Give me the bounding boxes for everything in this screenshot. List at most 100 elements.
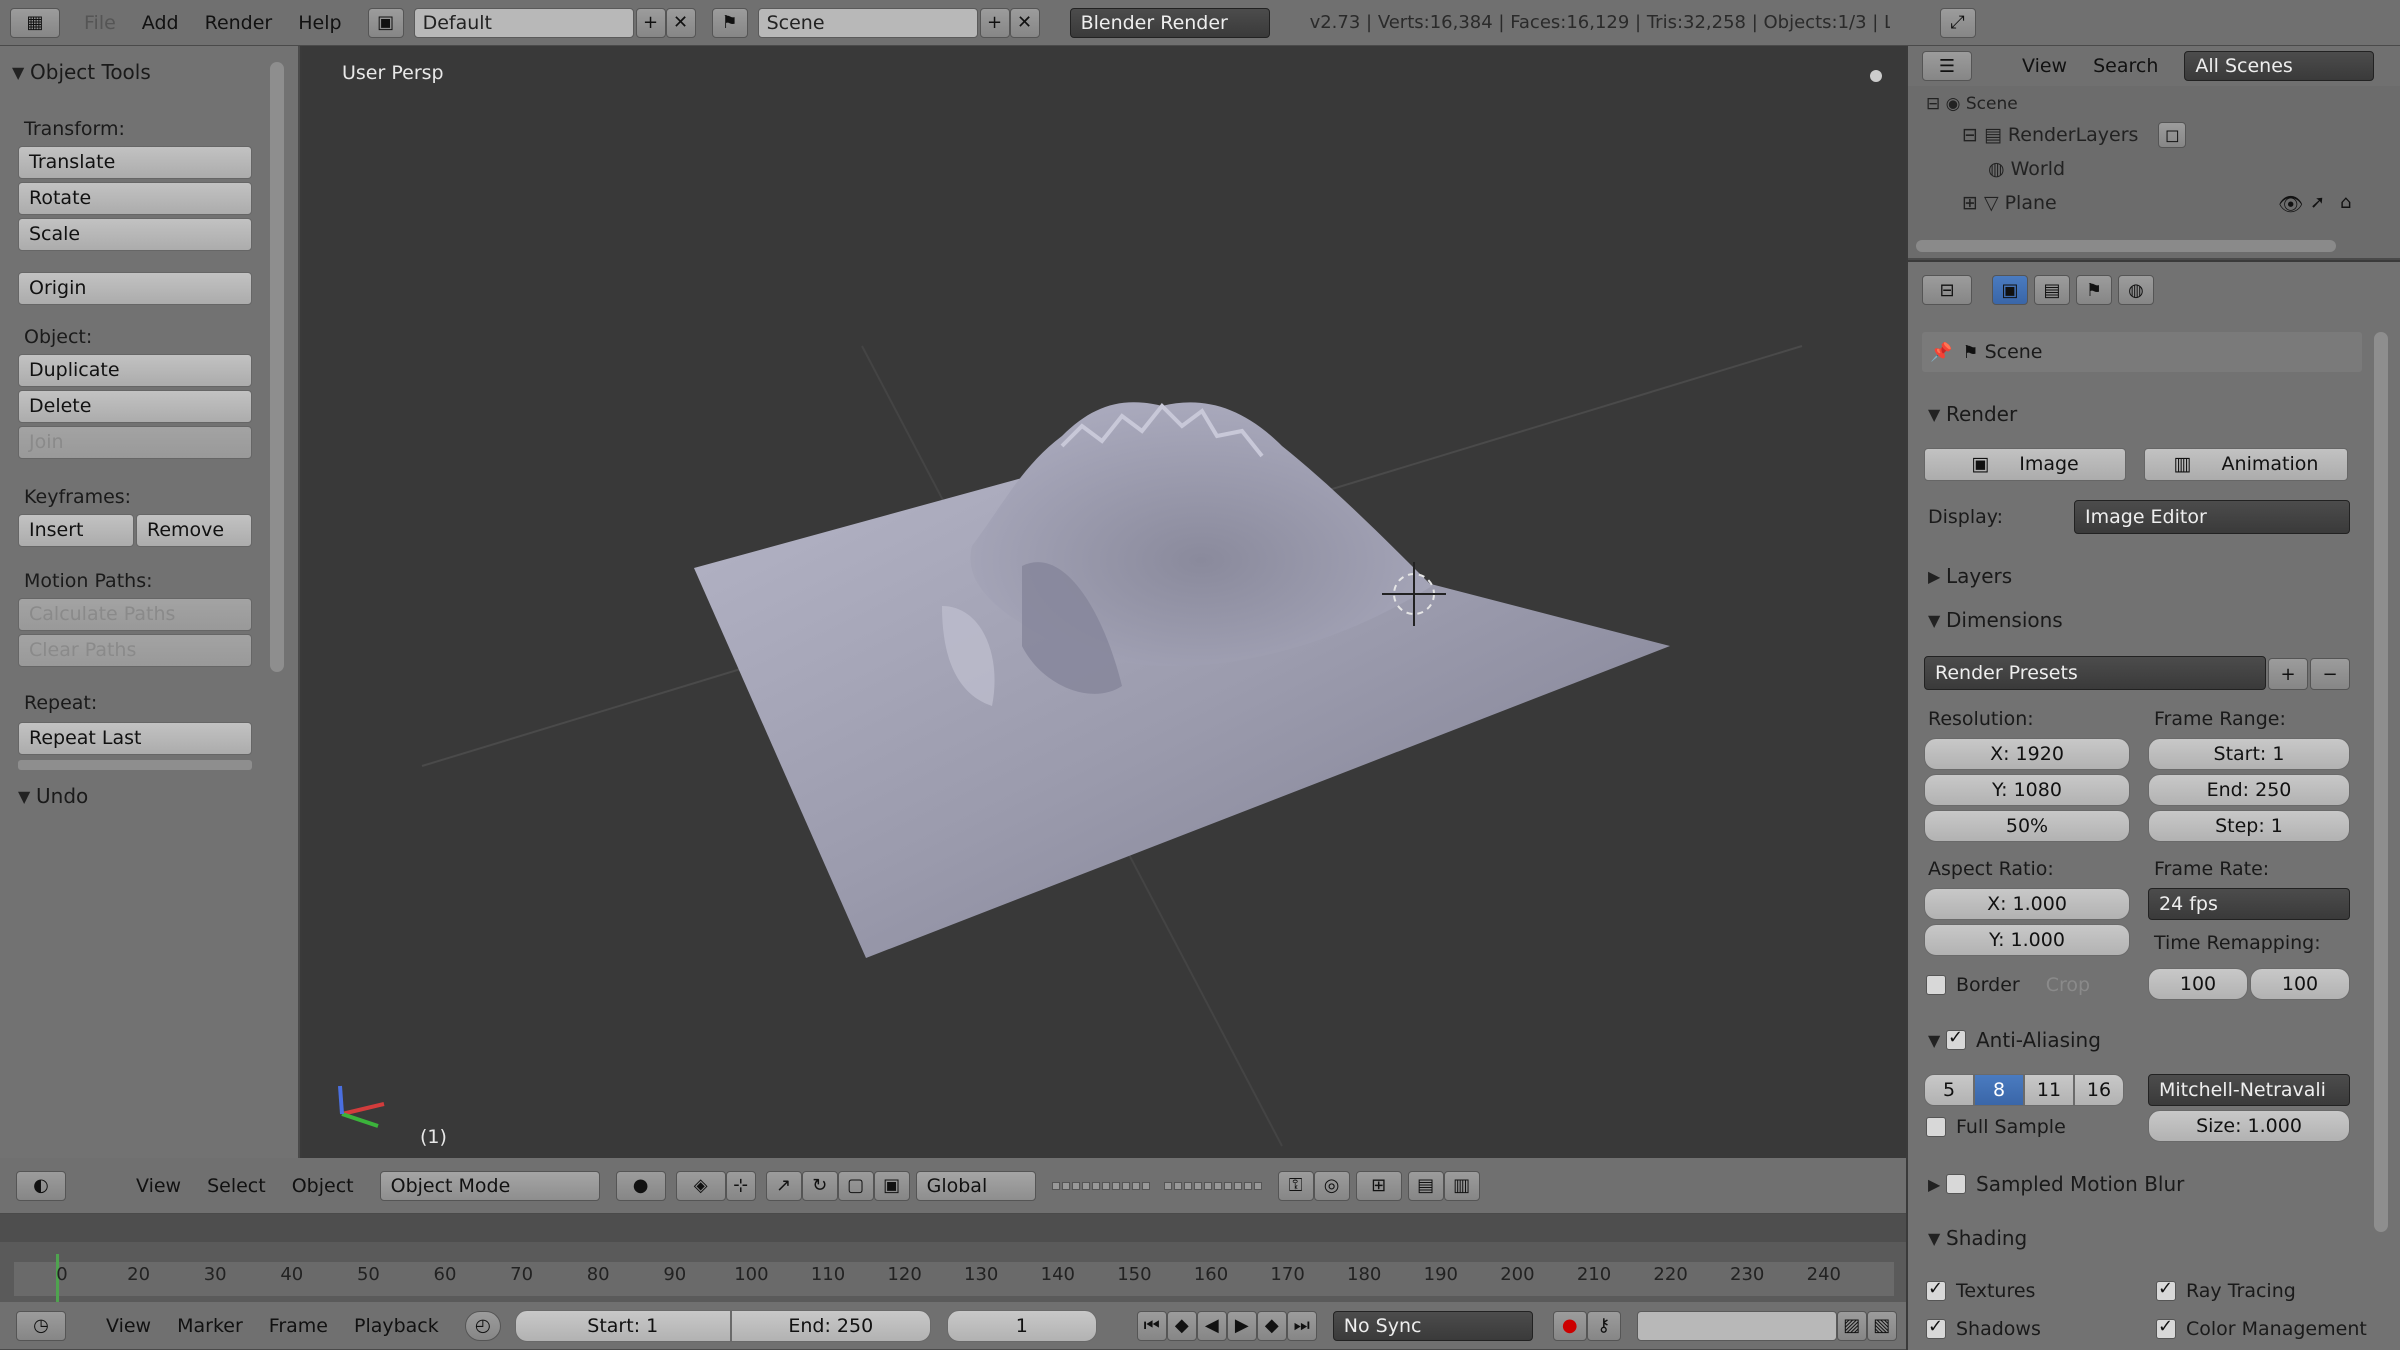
timeline-menu-playback[interactable]: Playback (354, 1315, 439, 1337)
render-camera-icon[interactable]: ⌂ (2340, 192, 2351, 213)
clear-paths-button[interactable]: Clear Paths (18, 634, 252, 667)
record-icon[interactable]: ● (1552, 1310, 1587, 1341)
render-anim-icon[interactable]: ▥ (1443, 1170, 1480, 1201)
render-panel-header[interactable]: ▼ Render (1928, 402, 2017, 426)
scene-icon[interactable]: ⚑ (711, 7, 748, 38)
outliner-item-world[interactable]: ◍ World (1988, 158, 2065, 180)
insert-keyframe-icon[interactable]: ▨ (1836, 1310, 1867, 1341)
sync-dropdown[interactable]: No Sync (1332, 1310, 1533, 1341)
origin-button[interactable]: Origin (18, 272, 252, 305)
render-presets-dropdown[interactable]: Render Presets (1924, 656, 2266, 690)
aa-samples-16[interactable]: 16 (2074, 1074, 2124, 1106)
scale-widget-icon[interactable]: ▣ (873, 1170, 910, 1201)
snap-element-icon[interactable]: ⊞ (1355, 1170, 1402, 1201)
shadows-toggle[interactable]: Shadows (1926, 1316, 2041, 1340)
outliner-item-renderlayers[interactable]: ⊟ ▤ RenderLayers ◻ (1962, 122, 2187, 148)
motion-blur-checkbox[interactable] (1946, 1174, 1966, 1194)
tab-layers-icon[interactable]: ▤ (2034, 275, 2070, 305)
layer-buttons-a[interactable] (1051, 1181, 1150, 1190)
keying-icon[interactable]: ⚷ (1586, 1310, 1621, 1341)
mode-dropdown[interactable]: Object Mode (379, 1170, 600, 1201)
border-checkbox[interactable] (1926, 975, 1946, 995)
fullscreen-icon[interactable]: ⤢ (1939, 7, 1976, 38)
jump-end-icon[interactable]: ⏭ (1286, 1310, 1317, 1341)
view3d-editor-type-icon[interactable]: ◐ (16, 1170, 66, 1201)
ray-tracing-checkbox[interactable] (2156, 1278, 2176, 1301)
pin-icon[interactable]: 📌 (1930, 342, 1952, 363)
time-remap-new-field[interactable]: 100 (2250, 968, 2350, 1000)
keying-set-field[interactable] (1636, 1310, 1837, 1341)
remove-preset-icon[interactable]: − (2310, 658, 2350, 690)
tab-scene-icon[interactable]: ⚑ (2076, 275, 2112, 305)
filter-size-field[interactable]: Size: 1.000 (2148, 1110, 2350, 1142)
outliner-editor-type-icon[interactable]: ☰ (1922, 51, 1972, 81)
visibility-eye-icon[interactable]: 👁 (2278, 192, 2303, 216)
timeline-start-field[interactable]: Start: 1 (514, 1309, 731, 1342)
tool-shelf-header[interactable]: ▼ Object Tools (12, 60, 151, 84)
screen-layout-field[interactable]: Default (413, 7, 634, 38)
prev-keyframe-icon[interactable]: ◆ (1166, 1310, 1197, 1341)
aa-samples-8[interactable]: 8 (1974, 1074, 2024, 1106)
shading-mode-icon[interactable]: ● (615, 1170, 666, 1201)
outliner-item-scene[interactable]: ⊟ ◉ Scene (1926, 94, 2018, 114)
duplicate-button[interactable]: Duplicate (18, 354, 252, 387)
manipulator-toggle-icon[interactable]: ⊹ (725, 1170, 756, 1201)
menu-help[interactable]: Help (298, 12, 341, 34)
full-sample-toggle[interactable]: Full Sample (1926, 1116, 2066, 1138)
viewport-3d[interactable]: User Persp (1) (302, 46, 1906, 1158)
motion-blur-panel-header[interactable]: ▶ Sampled Motion Blur (1928, 1172, 2184, 1196)
join-button[interactable]: Join (18, 426, 252, 459)
renderlayer-camera-icon[interactable]: ◻ (2158, 122, 2187, 148)
scale-manipulator-icon[interactable]: ▢ (837, 1170, 874, 1201)
rotate-manipulator-icon[interactable]: ↻ (801, 1170, 838, 1201)
layers-panel-header[interactable]: ▶ Layers (1928, 564, 2012, 588)
shading-panel-header[interactable]: ▼ Shading (1928, 1226, 2027, 1250)
outliner-menu-search[interactable]: Search (2093, 55, 2158, 77)
aa-samples-5[interactable]: 5 (1924, 1074, 1974, 1106)
full-sample-checkbox[interactable] (1926, 1117, 1946, 1137)
frame-rate-dropdown[interactable]: 24 fps (2148, 888, 2350, 920)
menu-add[interactable]: Add (142, 12, 179, 34)
outliner-item-plane[interactable]: ⊞ ▽ Plane (1962, 192, 2057, 214)
aa-checkbox[interactable] (1946, 1027, 1966, 1050)
remove-scene-icon[interactable]: ✕ (1009, 7, 1040, 38)
resolution-percent-field[interactable]: 50% (1924, 810, 2130, 842)
orientation-dropdown[interactable]: Global (915, 1170, 1036, 1201)
resolution-x-field[interactable]: X: 1920 (1924, 738, 2130, 770)
timeline-menu-view[interactable]: View (106, 1315, 151, 1337)
properties-scrollbar[interactable] (2374, 332, 2388, 1232)
tab-world-icon[interactable]: ◍ (2118, 275, 2154, 305)
menu-file[interactable]: File (84, 12, 116, 34)
remove-layout-icon[interactable]: ✕ (665, 7, 696, 38)
render-image-button[interactable]: ▣ Image (1924, 448, 2126, 481)
aspect-y-field[interactable]: Y: 1.000 (1924, 924, 2130, 956)
translate-button[interactable]: Translate (18, 146, 252, 179)
scene-field[interactable]: Scene (757, 7, 978, 38)
undo-panel-header[interactable]: ▼ Undo (18, 784, 88, 808)
color-management-toggle[interactable]: Color Management (2156, 1316, 2367, 1340)
properties-editor-type-icon[interactable]: ⊟ (1922, 275, 1972, 305)
scale-button[interactable]: Scale (18, 218, 252, 251)
frame-start-field[interactable]: Start: 1 (2148, 738, 2350, 770)
render-engine-dropdown[interactable]: Blender Render (1069, 7, 1270, 38)
next-keyframe-icon[interactable]: ◆ (1256, 1310, 1287, 1341)
add-scene-icon[interactable]: + (979, 7, 1010, 38)
play-reverse-icon[interactable]: ◀ (1196, 1310, 1227, 1341)
timeline-menu-marker[interactable]: Marker (177, 1315, 243, 1337)
repeat-last-button[interactable]: Repeat Last (18, 722, 252, 755)
color-management-checkbox[interactable] (2156, 1316, 2176, 1339)
remove-keyframe-button[interactable]: Remove (136, 514, 252, 547)
screen-layout-icon[interactable]: ▣ (367, 7, 404, 38)
textures-toggle[interactable]: Textures (1926, 1278, 2035, 1302)
tab-render-icon[interactable]: ▣ (1992, 275, 2028, 305)
preview-range-icon[interactable]: ◴ (464, 1310, 501, 1341)
outliner-scope-dropdown[interactable]: All Scenes (2184, 51, 2375, 81)
aspect-x-field[interactable]: X: 1.000 (1924, 888, 2130, 920)
current-frame-field[interactable]: 1 (946, 1309, 1097, 1342)
translate-manipulator-icon[interactable]: ↗ (765, 1170, 802, 1201)
aa-filter-dropdown[interactable]: Mitchell-Netravali (2148, 1074, 2350, 1106)
timeline-menu-frame[interactable]: Frame (269, 1315, 328, 1337)
pivot-point-icon[interactable]: ◈ (675, 1170, 726, 1201)
render-animation-button[interactable]: ▥ Animation (2144, 448, 2348, 481)
frame-step-field[interactable]: Step: 1 (2148, 810, 2350, 842)
